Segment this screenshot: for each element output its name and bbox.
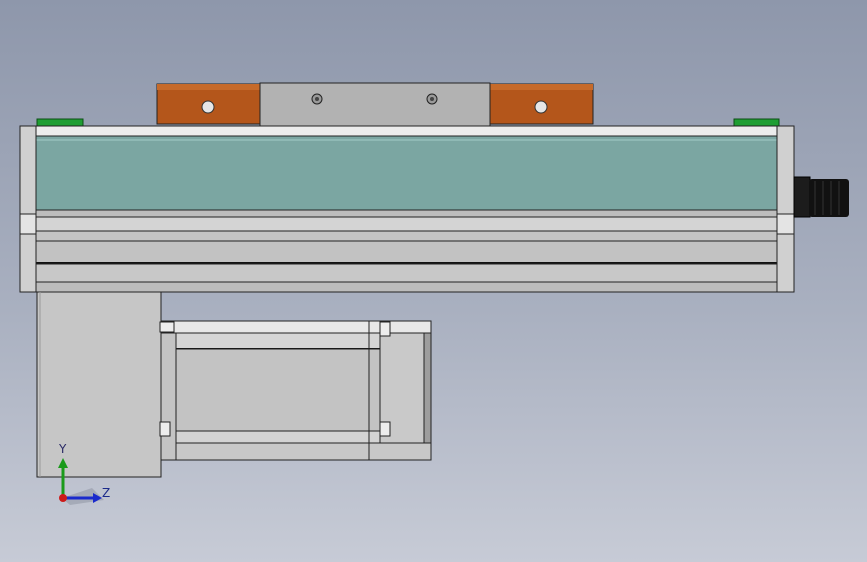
motor-bolt xyxy=(159,421,171,437)
motor-bolt xyxy=(379,321,391,337)
motor-mount-plate xyxy=(36,291,162,478)
motor-bolt xyxy=(159,321,175,333)
right-end-cap xyxy=(776,125,795,293)
left-end-cap xyxy=(19,125,37,293)
y-axis-label: Y xyxy=(59,442,67,456)
rail-body xyxy=(19,125,795,293)
carriage-plate xyxy=(259,82,491,127)
right-block-hole xyxy=(534,100,548,114)
x-axis-dot xyxy=(59,494,67,502)
carriage xyxy=(156,82,594,127)
cad-viewport[interactable]: Y Z xyxy=(0,0,867,562)
cable-connector xyxy=(793,176,849,218)
z-axis-label: Z xyxy=(102,486,111,500)
rail-cover xyxy=(35,135,778,211)
motor xyxy=(159,320,432,461)
top-strip xyxy=(19,125,795,137)
left-block-hole xyxy=(201,100,215,114)
motor-bolt xyxy=(379,421,391,437)
linear-actuator-drawing xyxy=(19,82,849,505)
